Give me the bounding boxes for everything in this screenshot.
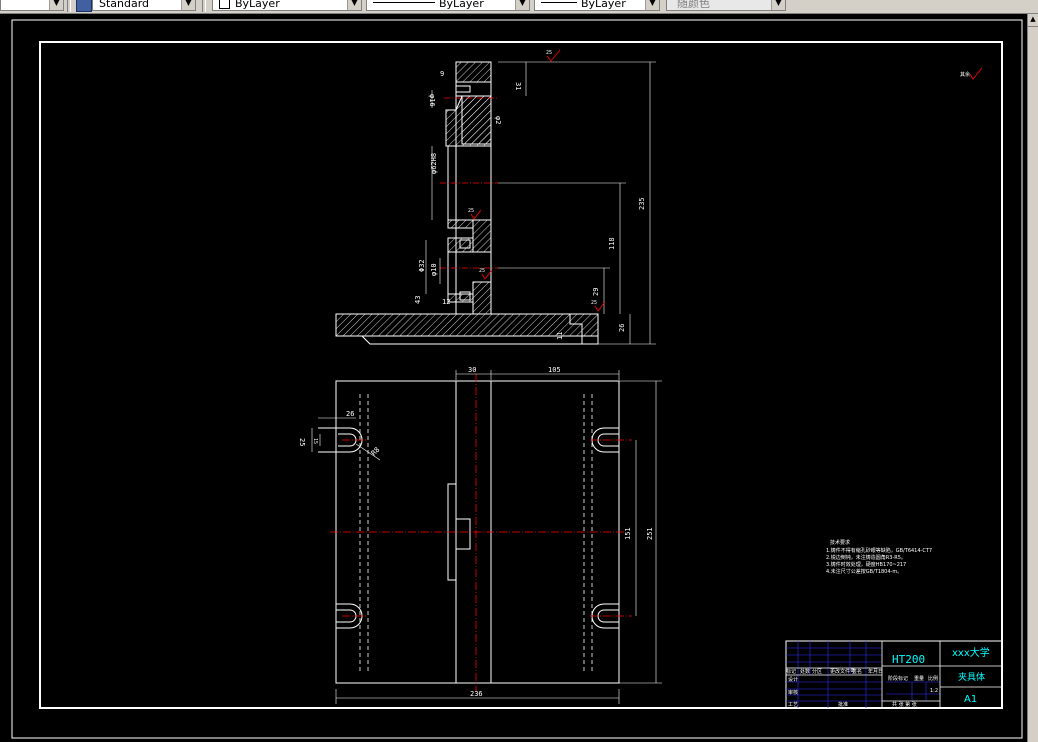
dim-29: 29 bbox=[592, 288, 600, 296]
dim-26-plan: 26 bbox=[346, 410, 354, 418]
tb-mark-label: 分区 bbox=[812, 668, 822, 675]
drawing-frame bbox=[39, 41, 1003, 709]
layer-color-dropdown[interactable]: ByLayer ▼ bbox=[212, 0, 362, 11]
dim-251: 251 bbox=[646, 527, 654, 540]
roughness-value: 25 bbox=[479, 268, 485, 274]
linetype-value: ByLayer bbox=[439, 0, 484, 10]
dim-9: 9 bbox=[440, 70, 444, 78]
lineweight-dropdown[interactable]: ByLayer ▼ bbox=[534, 0, 660, 11]
dim-r8: R8 bbox=[370, 446, 382, 458]
lineweight-value: ByLayer bbox=[581, 0, 626, 10]
tb-mark-label: 签名 bbox=[852, 668, 862, 675]
dim-151: 151 bbox=[624, 527, 632, 540]
roughness-other-label: 其余 bbox=[960, 71, 970, 78]
tb-scale-value: 1:2 bbox=[930, 688, 938, 694]
part-name-text: 夹具体 bbox=[958, 671, 985, 683]
textstyle-dropdown[interactable]: Standard ▼ bbox=[92, 0, 196, 11]
layer-color-value: ByLayer bbox=[235, 0, 280, 10]
toolbar-separator bbox=[202, 0, 206, 12]
roughness-marks bbox=[470, 49, 983, 312]
dim-236: 236 bbox=[470, 690, 483, 698]
notes-line: 3.铸件时效处理，硬度HB170~217 bbox=[826, 561, 906, 568]
dim-62: φ62H8 bbox=[430, 153, 438, 174]
roughness-value: 25 bbox=[468, 208, 474, 214]
title-block: HT200 xxx大学 夹具体 A1 标记 处数 分区 更改文件号 签名 年月日… bbox=[785, 640, 1003, 709]
tb-mark-label: 年月日 bbox=[868, 668, 883, 675]
dim-43: 43 bbox=[414, 296, 422, 304]
tb-sheet-label: 共 张 第 张 bbox=[892, 701, 917, 708]
dim-12: 12 bbox=[442, 298, 450, 306]
linetype-preview-icon bbox=[373, 2, 435, 3]
toolbar-separator bbox=[67, 0, 71, 12]
notes-line: 4.未注尺寸公差按GB/T1804-m。 bbox=[826, 568, 902, 575]
chevron-down-icon[interactable]: ▼ bbox=[645, 0, 659, 10]
previous-dropdown[interactable]: ▼ bbox=[0, 0, 64, 11]
plotstyle-value: 随颜色 bbox=[677, 0, 710, 10]
linetype-dropdown[interactable]: ByLayer ▼ bbox=[366, 0, 530, 11]
chevron-down-icon[interactable]: ▼ bbox=[181, 0, 195, 10]
dim-11: 11 bbox=[556, 332, 564, 340]
sheet-size-text: A1 bbox=[964, 694, 977, 705]
dim-30: 30 bbox=[468, 366, 476, 374]
roughness-text: 25 25 25 25 其余 bbox=[468, 50, 970, 306]
chevron-down-icon[interactable]: ▼ bbox=[347, 0, 361, 10]
school-text: xxx大学 bbox=[952, 646, 990, 659]
tb-row-label: 工艺 bbox=[788, 702, 798, 708]
notes-line: 2.锐边倒钝，未注铸造圆角R3-R5。 bbox=[826, 554, 906, 561]
dim-235: 235 bbox=[638, 197, 646, 210]
centerlines-plan bbox=[330, 374, 632, 692]
dim-105: 105 bbox=[548, 366, 561, 374]
dim-16: φ16 bbox=[428, 94, 436, 107]
paper-border bbox=[11, 19, 1023, 739]
properties-toolbar: ▼ Standard ▼ ByLayer ▼ ByLayer ▼ ByLayer… bbox=[0, 0, 1038, 14]
dim-10: φ10 bbox=[430, 263, 438, 276]
roughness-value: 25 bbox=[591, 300, 597, 306]
tb-row-label: 批准 bbox=[838, 701, 848, 708]
tb-stage-label: 阶段标记 bbox=[888, 675, 908, 682]
chevron-down-icon[interactable]: ▼ bbox=[515, 0, 529, 10]
technical-notes: 技术要求 1.铸件不得有缩孔砂眼等缺陷，GB/T6414-CT7 2.锐边倒钝，… bbox=[826, 539, 932, 575]
material-text: HT200 bbox=[892, 653, 925, 666]
notes-heading: 技术要求 bbox=[830, 539, 850, 546]
vertical-scrollbar[interactable]: ▲ bbox=[1027, 14, 1038, 742]
notes-line: 1.铸件不得有缩孔砂眼等缺陷，GB/T6414-CT7 bbox=[826, 547, 932, 554]
textstyle-value: Standard bbox=[99, 0, 150, 10]
dim-2: φ2 bbox=[494, 116, 502, 124]
tb-mark-label: 处数 bbox=[800, 668, 810, 675]
tb-weight-label: 重量 bbox=[914, 675, 924, 682]
dim-118: 118 bbox=[608, 237, 616, 250]
section-view bbox=[335, 61, 599, 345]
dim-25-plan: 25 bbox=[298, 438, 306, 446]
chevron-down-icon[interactable]: ▼ bbox=[49, 0, 63, 10]
roughness-value: 25 bbox=[546, 50, 552, 56]
plan-dimensions bbox=[311, 370, 662, 704]
dim-26: 26 bbox=[618, 324, 626, 332]
lineweight-preview-icon bbox=[541, 2, 577, 3]
plotstyle-dropdown[interactable]: 随颜色 ▼ bbox=[666, 0, 786, 11]
color-swatch-icon bbox=[219, 0, 230, 9]
dim-15-plan: 15 bbox=[312, 438, 318, 444]
chevron-down-icon[interactable]: ▼ bbox=[771, 0, 785, 10]
tb-mark-label: 标记 bbox=[786, 668, 796, 675]
drawing-svg: 9 31 φ16 φ2 φ62H8 235 118 Φ32 φ10 29 43 … bbox=[11, 19, 1023, 739]
tb-scale-label: 比例 bbox=[928, 675, 938, 682]
tb-row-label: 审核 bbox=[788, 689, 798, 696]
tb-row-label: 设计 bbox=[788, 676, 798, 683]
scroll-up-icon[interactable]: ▲ bbox=[1028, 14, 1038, 27]
dim-32: Φ32 bbox=[418, 259, 426, 272]
textstyle-icon[interactable] bbox=[76, 0, 92, 12]
dim-31: 31 bbox=[514, 82, 522, 90]
